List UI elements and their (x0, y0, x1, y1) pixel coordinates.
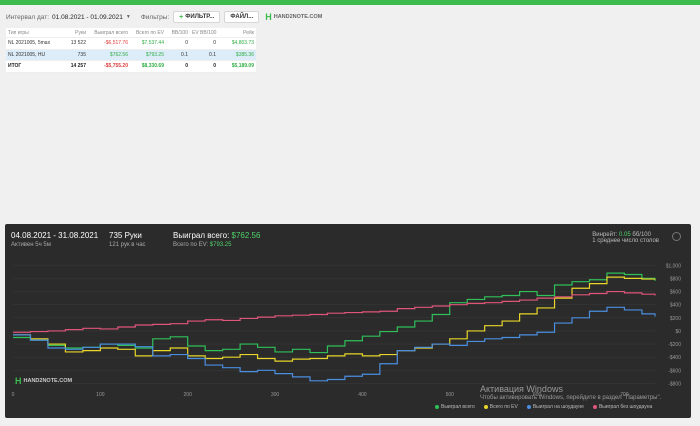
cell-game: NL 2021005, 5max (8, 40, 51, 47)
interval-label: Интервал дат: (6, 13, 50, 21)
col-game-type[interactable]: Тип игры (6, 30, 60, 36)
chart-hands-block: 735 Руки 121 рук в час (109, 231, 146, 248)
chart-date-block: 04.08.2021 - 31.08.2021 Активен 5ч 5м (11, 231, 98, 248)
series-line[interactable] (13, 276, 656, 362)
file-button-label: ФАЙЛ... (230, 14, 254, 20)
legend-dot-icon (435, 405, 439, 409)
cell-hands: 735 (77, 51, 86, 58)
hand2note-logo: H HAND2NOTE.COM (265, 12, 322, 22)
stats-table: Тип игры Руки Выиграл всего Всего по EV … (6, 28, 256, 73)
cell-rake: $4,803.73 (231, 40, 254, 47)
chart-ev-value: $793.25 (209, 242, 232, 248)
cell-evbb: 0.1 (209, 51, 216, 58)
chart-won-value: $762.56 (231, 231, 261, 240)
chart-legend: Выиграл всего Всего по EV Выиграл на шоу… (435, 404, 652, 410)
col-won-total[interactable]: Выиграл всего (88, 30, 130, 36)
chart-logo-text: HAND2NOTE.COM (23, 378, 73, 384)
legend-item[interactable]: Выиграл без шоудауна (592, 404, 653, 410)
legend-item[interactable]: Всего по EV (483, 404, 518, 410)
table-total-row: ИТОГ 14 257 -$5,755.20 $8,330.69 0 0 $5,… (6, 61, 256, 73)
cell-ev: $7,537.44 (141, 40, 164, 47)
y-tick-label: $1,000 (666, 263, 682, 269)
cell-bb: 0 (185, 40, 188, 47)
gear-icon[interactable] (672, 232, 681, 241)
cell-won: -$5,755.20 (104, 63, 128, 70)
logo-text: HAND2NOTE.COM (273, 14, 323, 20)
chart-won-block: Выиграл всего: $762.56 Всего по EV: $793… (173, 231, 260, 248)
cell-bb: 0.1 (181, 51, 188, 58)
logo-mark-icon: H (265, 12, 272, 22)
x-tick-label: 100 (96, 392, 105, 398)
legend-dot-icon (526, 405, 531, 409)
avg-tables: 1 среднее число столов (592, 238, 659, 244)
date-interval-select[interactable]: 01.08.2021 - 01.09.2021 (52, 14, 123, 21)
filters-label: Фильтры: (140, 13, 170, 21)
legend-item[interactable]: Выиграл на шоудауне (526, 404, 584, 410)
chart-hands-count: 735 Руки (109, 231, 142, 240)
y-tick-label: $400 (670, 303, 681, 309)
cell-won: $762.56 (109, 51, 128, 58)
x-tick-label: 0 (12, 392, 15, 398)
cell-evbb: 0 (213, 40, 216, 47)
watermark-subtitle: Чтобы активировать Windows, перейдите в … (480, 395, 662, 401)
y-tick-label: $800 (670, 276, 681, 282)
cell-won: -$6,517.76 (104, 40, 128, 47)
cell-rake: $5,189.09 (231, 63, 254, 70)
cell-game: ИТОГ (8, 63, 22, 70)
legend-dot-icon (483, 405, 488, 409)
x-tick-label: 500 (446, 392, 455, 398)
chart-hands-per-hour: 121 рук в час (109, 242, 146, 248)
graph-panel: $1,000 $800 $600 $400 $200 $0 -$200 -$400 -$600 -… (5, 224, 691, 418)
cell-ev: $793.25 (145, 51, 164, 58)
x-tick-label: 200 (184, 392, 193, 398)
y-tick-label: -$600 (668, 368, 681, 374)
table-header: Тип игры Руки Выиграл всего Всего по EV … (6, 28, 256, 38)
legend-label: Всего по EV (489, 404, 518, 410)
col-ev-total[interactable]: Всего по EV (130, 30, 166, 36)
cell-hands: 13 522 (70, 40, 86, 47)
cell-evbb: 0 (213, 63, 216, 70)
y-tick-label: -$400 (668, 355, 681, 361)
chevron-down-icon[interactable]: ▼ (126, 14, 131, 20)
col-rake[interactable]: Рейк (218, 30, 256, 36)
cell-ev: $8,330.69 (141, 63, 164, 70)
legend-label: Выиграл всего (441, 404, 475, 410)
filter-button[interactable]: + ФИЛЬТР... (173, 11, 221, 23)
y-tick-label: $600 (670, 290, 681, 296)
chart-ev-label: Всего по EV: (173, 242, 209, 248)
cell-game: NL 2021005, HU (8, 51, 46, 58)
windows-activation-watermark: Активация Windows Чтобы активировать Win… (480, 384, 661, 401)
legend-item[interactable]: Выиграл всего (435, 404, 475, 410)
file-button[interactable]: ФАЙЛ... (224, 11, 260, 23)
table-row-selected[interactable]: NL 2021005, HU 735 $762.56 $793.25 0.1 0… (6, 49, 256, 61)
col-bb100[interactable]: BB/100 (166, 30, 190, 36)
cell-hands: 14 257 (70, 63, 86, 70)
cell-bb: 0 (185, 63, 188, 70)
y-tick-label: -$200 (668, 342, 681, 348)
filter-bar: Интервал дат: 01.08.2021 - 01.09.2021 ▼ … (6, 10, 322, 24)
chart-won-label: Выиграл всего: (173, 231, 230, 240)
chart-active-time: Активен 5ч 5м (11, 242, 51, 248)
col-hands[interactable]: Руки (60, 30, 88, 36)
top-accent-bar (0, 0, 700, 5)
watermark-title: Активация Windows (480, 384, 563, 394)
y-tick-label: -$800 (668, 381, 681, 387)
x-tick-label: 400 (358, 392, 367, 398)
cell-rake: $385.36 (235, 51, 254, 58)
logo-mark-icon: H (15, 376, 22, 386)
legend-label: Выиграл без шоудауна (598, 404, 653, 410)
legend-dot-icon (592, 405, 597, 409)
chart-logo: H HAND2NOTE.COM (15, 376, 72, 386)
y-tick-label: $200 (670, 316, 681, 322)
y-tick-label: $0 (675, 329, 681, 335)
chart-winrate-block: Винрейт: 0.05 бб/100 1 среднее число сто… (592, 232, 659, 244)
plus-icon: + (179, 13, 184, 21)
x-tick-label: 300 (271, 392, 280, 398)
chart-date-range: 04.08.2021 - 31.08.2021 (11, 231, 99, 240)
col-ev-bb100[interactable]: EV BB/100 (190, 30, 218, 36)
table-row[interactable]: NL 2021005, 5max 13 522 -$6,517.76 $7,53… (6, 38, 256, 50)
legend-label: Выиграл на шоудауне (532, 404, 584, 410)
filter-button-label: ФИЛЬТР... (185, 14, 215, 20)
